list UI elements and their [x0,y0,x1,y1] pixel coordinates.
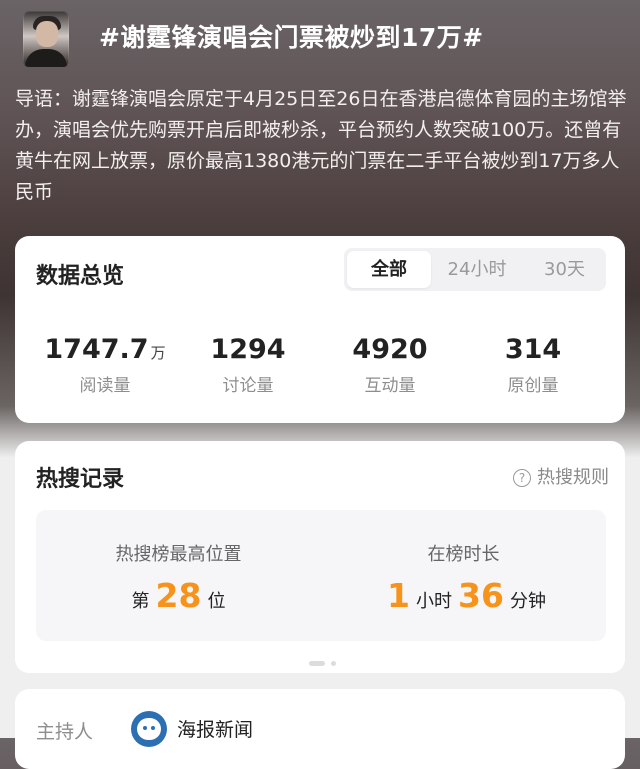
peak-position: 热搜榜最高位置 第 28 位 [36,510,321,615]
duration-minutes-unit: 分钟 [509,591,546,612]
duration-hours: 1 [387,576,411,615]
host-logo-eye [151,726,155,730]
stat-originals-value: 314 [504,334,562,365]
peak-suffix: 位 [207,591,226,612]
time-range-tabs: 全部 24小时 30天 [344,248,606,291]
pager-dot-active[interactable] [309,661,325,666]
stat-discussions: 1294 讨论量 [173,334,323,396]
duration-hours-unit: 小时 [416,591,453,612]
hot-search-card: 热搜记录 ? 热搜规则 热搜榜最高位置 第 28 位 在榜时长 1 小时 36 分钟 [15,441,625,673]
on-list-duration: 在榜时长 1 小时 36 分钟 [321,510,606,615]
pager-dots [309,651,342,670]
hot-search-rules-label: 热搜规则 [537,467,609,488]
peak-value: 28 [155,576,202,615]
tab-24h[interactable]: 24小时 [431,248,523,291]
stat-interactions: 4920 互动量 [315,334,465,396]
peak-position-label: 热搜榜最高位置 [115,544,242,565]
data-overview-card: 数据总览 全部 24小时 30天 1747.7 万 阅读量 1294 讨论量 49… [15,236,625,423]
stat-discussions-label: 讨论量 [222,376,274,396]
topic-avatar[interactable] [23,11,69,67]
topic-title: #谢霆锋演唱会门票被炒到17万# [99,23,484,52]
hot-search-rules-link[interactable]: ? 热搜规则 [513,463,609,489]
peak-prefix: 第 [131,591,150,612]
stat-reads-unit: 万 [150,344,166,362]
avatar-shoulder [25,49,67,67]
stat-interactions-value: 4920 [352,334,428,365]
stat-originals-label: 原创量 [507,376,559,396]
topic-header: #谢霆锋演唱会门票被炒到17万# [0,0,640,80]
host-logo-icon [137,718,161,740]
pager-dot[interactable] [331,661,336,666]
stat-originals: 314 原创量 [458,334,608,396]
question-icon: ? [513,469,531,487]
topic-intro: 导语：谢霆锋演唱会原定于4月25日至26日在香港启德体育园的主场馆举办，演唱会优… [15,88,627,203]
stat-reads-value: 1747.7 [44,334,149,365]
overview-heading: 数据总览 [36,264,125,289]
host-card: 主持人 海报新闻 [15,689,625,769]
host-logo-eye [143,726,147,730]
avatar-face [36,21,58,47]
tab-30d[interactable]: 30天 [523,248,606,291]
duration-label: 在榜时长 [427,544,500,565]
host-avatar[interactable] [131,711,167,747]
stat-discussions-value: 1294 [210,334,286,365]
hot-search-panel: 热搜榜最高位置 第 28 位 在榜时长 1 小时 36 分钟 [36,510,606,641]
stat-reads-label: 阅读量 [79,376,131,396]
stat-reads: 1747.7 万 阅读量 [30,334,180,396]
hot-search-heading: 热搜记录 [36,467,125,492]
host-label: 主持人 [36,721,94,743]
stat-interactions-label: 互动量 [364,376,416,396]
tab-all[interactable]: 全部 [347,251,431,288]
duration-minutes: 36 [458,576,504,615]
